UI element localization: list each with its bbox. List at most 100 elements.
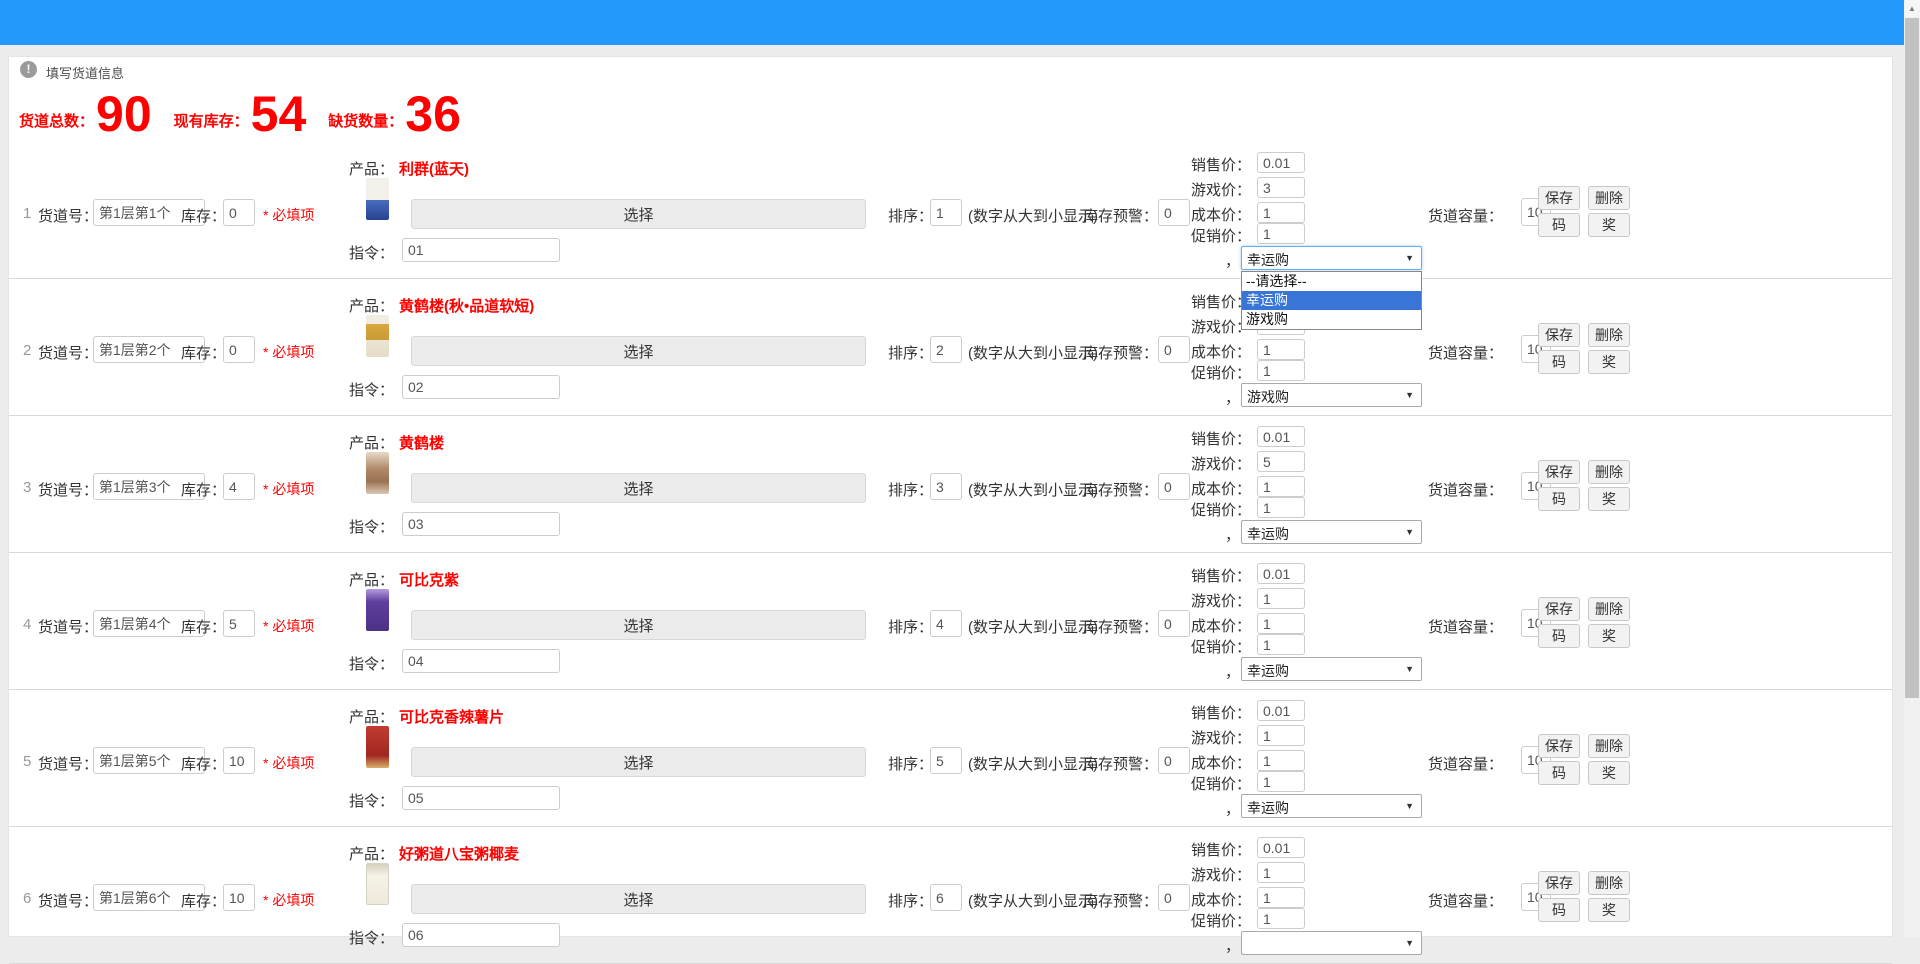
prize-button[interactable]: 奖 bbox=[1588, 761, 1630, 785]
slot-row: 4 货道号： 库存： * 必填项 产品： 可比克紫 选择 指令： 排序： (数字… bbox=[9, 553, 1892, 690]
stock-input[interactable] bbox=[223, 747, 255, 774]
stock-input[interactable] bbox=[223, 336, 255, 363]
command-input[interactable] bbox=[402, 649, 560, 673]
cost-price-label: 成本价： bbox=[1181, 478, 1251, 499]
cost-price-input[interactable] bbox=[1257, 339, 1305, 360]
select-product-button[interactable]: 选择 bbox=[411, 199, 866, 229]
save-button[interactable]: 保存 bbox=[1538, 597, 1580, 621]
promo-price-input[interactable] bbox=[1257, 360, 1305, 381]
mode-select[interactable]: 游戏购 ▼ bbox=[1241, 383, 1422, 407]
save-button[interactable]: 保存 bbox=[1538, 871, 1580, 895]
comma-separator: ， bbox=[1225, 661, 1240, 682]
prize-button[interactable]: 奖 bbox=[1588, 898, 1630, 922]
promo-price-input[interactable] bbox=[1257, 497, 1305, 518]
command-input[interactable] bbox=[402, 923, 560, 947]
comma-separator: ， bbox=[1225, 798, 1240, 819]
sale-price-input[interactable] bbox=[1257, 563, 1305, 584]
sale-price-input[interactable] bbox=[1257, 426, 1305, 447]
select-product-button[interactable]: 选择 bbox=[411, 473, 866, 503]
select-product-button[interactable]: 选择 bbox=[411, 884, 866, 914]
capacity-label: 货道容量： bbox=[1428, 616, 1503, 637]
delete-button[interactable]: 删除 bbox=[1588, 460, 1630, 484]
mode-select[interactable]: 幸运购 ▼ bbox=[1241, 657, 1422, 681]
scrollbar-thumb[interactable] bbox=[1905, 18, 1919, 698]
sale-price-input[interactable] bbox=[1257, 700, 1305, 721]
game-price-input[interactable] bbox=[1257, 588, 1305, 609]
promo-price-input[interactable] bbox=[1257, 223, 1305, 244]
sale-price-input[interactable] bbox=[1257, 837, 1305, 858]
select-product-button[interactable]: 选择 bbox=[411, 336, 866, 366]
delete-button[interactable]: 删除 bbox=[1588, 186, 1630, 210]
delete-button[interactable]: 删除 bbox=[1588, 871, 1630, 895]
dropdown-option[interactable]: 游戏购 bbox=[1242, 310, 1421, 329]
select-product-button[interactable]: 选择 bbox=[411, 610, 866, 640]
comma-separator: ， bbox=[1225, 387, 1240, 408]
code-button[interactable]: 码 bbox=[1538, 898, 1580, 922]
sort-input[interactable] bbox=[930, 473, 962, 500]
code-button[interactable]: 码 bbox=[1538, 624, 1580, 648]
prize-button[interactable]: 奖 bbox=[1588, 487, 1630, 511]
mode-select[interactable]: ▼ bbox=[1241, 931, 1422, 955]
product-image bbox=[366, 589, 389, 631]
cost-price-input[interactable] bbox=[1257, 202, 1305, 223]
mode-select[interactable]: 幸运购 ▼ bbox=[1241, 246, 1422, 270]
command-input[interactable] bbox=[402, 238, 560, 262]
dropdown-option-selected[interactable]: 幸运购 bbox=[1242, 291, 1421, 310]
command-input[interactable] bbox=[402, 375, 560, 399]
scroll-up-button[interactable]: ▲ bbox=[1904, 0, 1920, 17]
code-button[interactable]: 码 bbox=[1538, 213, 1580, 237]
scrollbar[interactable]: ▲ bbox=[1904, 0, 1920, 937]
row-number: 3 bbox=[23, 479, 31, 496]
prize-button[interactable]: 奖 bbox=[1588, 624, 1630, 648]
promo-price-input[interactable] bbox=[1257, 771, 1305, 792]
sort-input[interactable] bbox=[930, 884, 962, 911]
delete-button[interactable]: 删除 bbox=[1588, 734, 1630, 758]
stock-input[interactable] bbox=[223, 610, 255, 637]
save-button[interactable]: 保存 bbox=[1538, 323, 1580, 347]
promo-price-input[interactable] bbox=[1257, 908, 1305, 929]
command-input[interactable] bbox=[402, 786, 560, 810]
command-input[interactable] bbox=[402, 512, 560, 536]
sort-hint: (数字从大到小显示) bbox=[968, 205, 1098, 226]
cost-price-input[interactable] bbox=[1257, 887, 1305, 908]
game-price-input[interactable] bbox=[1257, 725, 1305, 746]
select-product-button[interactable]: 选择 bbox=[411, 747, 866, 777]
sort-input[interactable] bbox=[930, 336, 962, 363]
game-price-input[interactable] bbox=[1257, 177, 1305, 198]
cost-price-input[interactable] bbox=[1257, 613, 1305, 634]
mode-select[interactable]: 幸运购 ▼ bbox=[1241, 520, 1422, 544]
dropdown-option[interactable]: --请选择-- bbox=[1242, 272, 1421, 291]
save-button[interactable]: 保存 bbox=[1538, 734, 1580, 758]
sort-input[interactable] bbox=[930, 610, 962, 637]
code-button[interactable]: 码 bbox=[1538, 761, 1580, 785]
code-button[interactable]: 码 bbox=[1538, 350, 1580, 374]
chevron-down-icon: ▼ bbox=[1405, 938, 1414, 948]
promo-price-input[interactable] bbox=[1257, 634, 1305, 655]
sort-input[interactable] bbox=[930, 747, 962, 774]
save-button[interactable]: 保存 bbox=[1538, 460, 1580, 484]
comma-separator: ， bbox=[1225, 250, 1240, 271]
stock-input[interactable] bbox=[223, 884, 255, 911]
prize-button[interactable]: 奖 bbox=[1588, 213, 1630, 237]
cost-price-input[interactable] bbox=[1257, 750, 1305, 771]
delete-button[interactable]: 删除 bbox=[1588, 323, 1630, 347]
save-button[interactable]: 保存 bbox=[1538, 186, 1580, 210]
prize-button[interactable]: 奖 bbox=[1588, 350, 1630, 374]
info-icon: ! bbox=[20, 61, 37, 78]
stock-input[interactable] bbox=[223, 199, 255, 226]
game-price-input[interactable] bbox=[1257, 862, 1305, 883]
mode-select[interactable]: 幸运购 ▼ bbox=[1241, 794, 1422, 818]
sort-input[interactable] bbox=[930, 199, 962, 226]
product-label: 产品： bbox=[349, 295, 394, 316]
command-label: 指令： bbox=[349, 790, 394, 811]
sale-price-input[interactable] bbox=[1257, 152, 1305, 173]
game-price-label: 游戏价： bbox=[1181, 727, 1251, 748]
mode-select-value: 幸运购 bbox=[1247, 524, 1289, 544]
stock-input[interactable] bbox=[223, 473, 255, 500]
game-price-input[interactable] bbox=[1257, 451, 1305, 472]
product-name: 可比克香辣薯片 bbox=[399, 706, 504, 727]
cost-price-input[interactable] bbox=[1257, 476, 1305, 497]
delete-button[interactable]: 删除 bbox=[1588, 597, 1630, 621]
product-name: 黄鹤楼 bbox=[399, 432, 444, 453]
code-button[interactable]: 码 bbox=[1538, 487, 1580, 511]
